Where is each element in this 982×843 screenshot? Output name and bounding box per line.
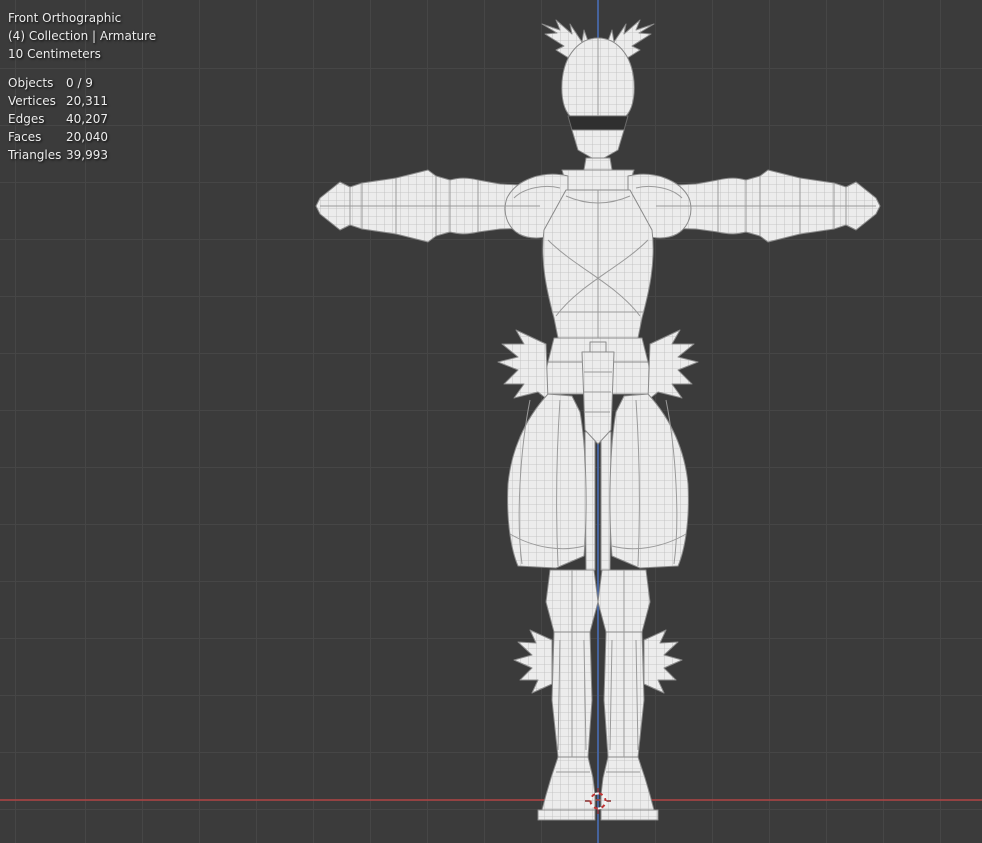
collection-label: (4) Collection | Armature <box>8 29 157 43</box>
stat-label: Vertices <box>8 94 56 108</box>
groin-plate <box>581 351 615 445</box>
scene-statistics: Objects 0 / 9 Vertices 20,311 Edges 40,2… <box>8 74 156 164</box>
knee-wing-right <box>643 629 683 694</box>
neck <box>583 157 613 171</box>
hip-wing-right <box>647 329 699 401</box>
helmet-chin-guard <box>571 129 625 159</box>
knee-wing-left <box>513 629 553 694</box>
stat-value: 39,993 <box>66 148 108 162</box>
stat-row-edges: Edges 40,207 <box>8 110 156 128</box>
3d-cursor <box>585 788 611 814</box>
stat-label: Objects <box>8 76 54 90</box>
stat-label: Edges <box>8 112 45 126</box>
viewport-text-overlay: Front Orthographic (4) Collection | Arma… <box>8 9 156 164</box>
model-armature[interactable] <box>315 19 881 821</box>
stat-row-triangles: Triangles 39,993 <box>8 146 156 164</box>
hip-wing-left <box>497 329 549 401</box>
stat-value: 40,207 <box>66 112 108 126</box>
stat-row-objects: Objects 0 / 9 <box>8 74 156 92</box>
stat-row-faces: Faces 20,040 <box>8 128 156 146</box>
tasset-right <box>609 393 689 569</box>
view-name-label: Front Orthographic <box>8 11 122 25</box>
gorget <box>561 169 635 191</box>
3d-viewport[interactable]: Front Orthographic (4) Collection | Arma… <box>0 0 982 843</box>
stat-value: 0 / 9 <box>66 76 93 90</box>
helmet-visor <box>567 115 629 131</box>
stat-label: Faces <box>8 130 42 144</box>
stat-value: 20,040 <box>66 130 108 144</box>
stat-value: 20,311 <box>66 94 108 108</box>
stat-label: Triangles <box>8 148 62 162</box>
grid-scale-label: 10 Centimeters <box>8 47 101 61</box>
tasset-left <box>507 393 587 569</box>
stat-row-vertices: Vertices 20,311 <box>8 92 156 110</box>
